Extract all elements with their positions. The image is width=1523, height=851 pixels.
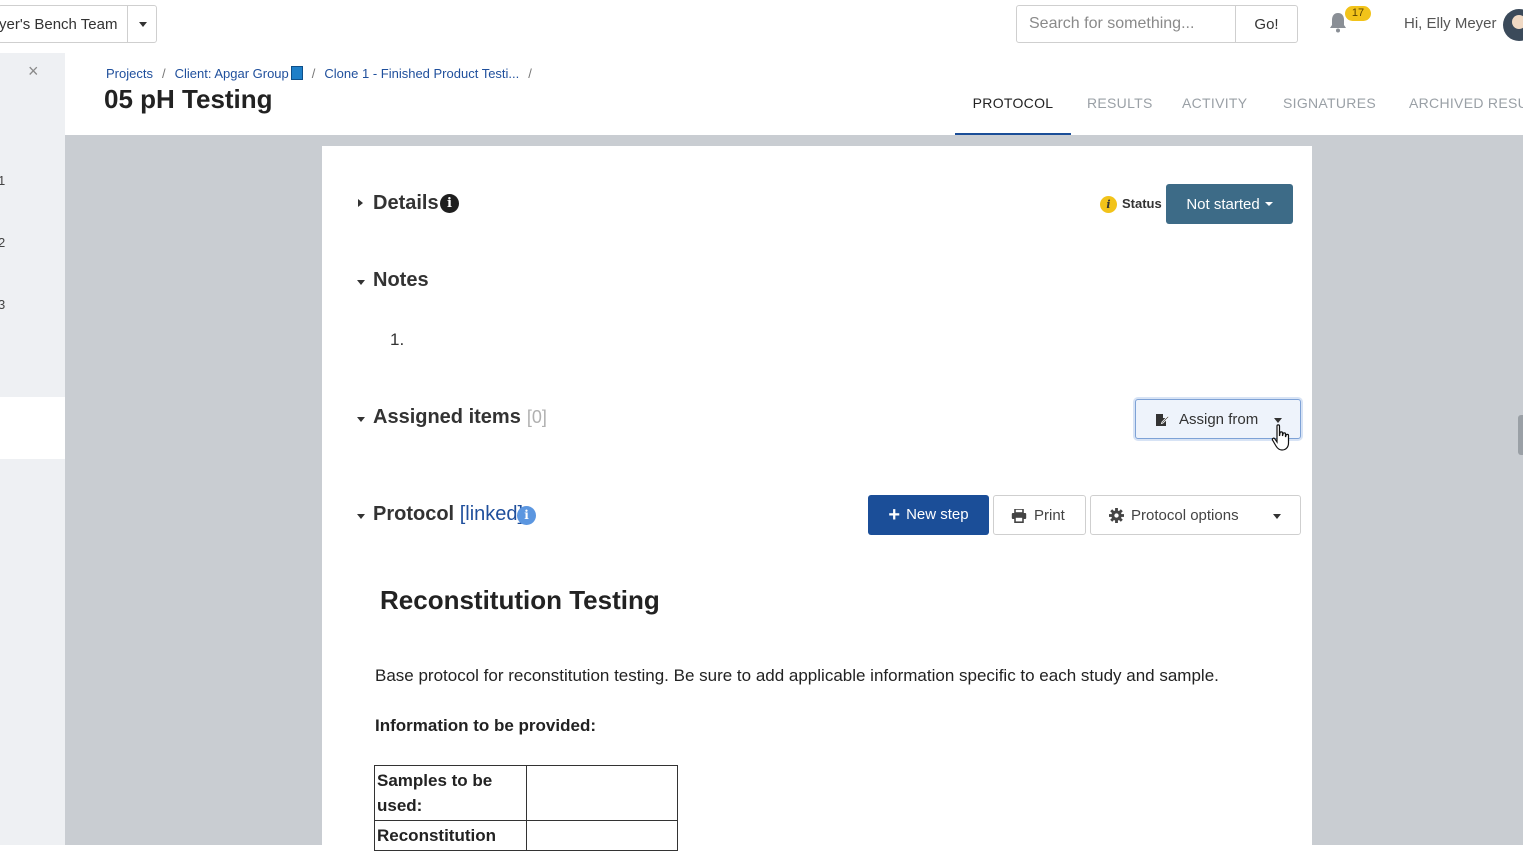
print-button[interactable]: Print	[993, 495, 1086, 535]
protocol-subheading: Information to be provided:	[375, 716, 596, 735]
plus-icon: +	[888, 503, 901, 526]
close-icon[interactable]: ×	[28, 61, 39, 82]
table-row: Samples to be used:	[374, 765, 678, 821]
notes-title[interactable]: Notes	[373, 269, 429, 292]
assigned-items-count: [0]	[526, 407, 547, 427]
left-sidebar: × 1 2 3	[0, 53, 65, 845]
tab-protocol[interactable]: PROTOCOL	[955, 85, 1071, 136]
protocol-description: Base protocol for reconstitution testing…	[375, 666, 1219, 685]
breadcrumb-separator: /	[311, 66, 316, 81]
tab-label: ARCHIVED RESULTS	[1409, 95, 1523, 111]
protocol-options-button[interactable]: Protocol options	[1090, 495, 1301, 535]
team-dropdown-toggle[interactable]	[127, 6, 157, 42]
avatar[interactable]	[1503, 9, 1523, 41]
assign-from-label: Assign from	[1179, 411, 1259, 428]
new-step-label: New step	[906, 505, 969, 523]
caret-down-icon	[1264, 201, 1273, 206]
notification-badge[interactable]: 17	[1345, 6, 1371, 21]
assigned-items-label: Assigned items	[373, 406, 521, 428]
collapse-notes-icon[interactable]	[357, 280, 365, 285]
search-go-button[interactable]: Go!	[1235, 5, 1298, 43]
tab-label: SIGNATURES	[1283, 95, 1376, 111]
top-bar: yer's Bench Team Go! 17 Hi, Elly Meyer	[0, 0, 1523, 54]
protocol-options-label: Protocol options	[1131, 507, 1239, 524]
page-title: 05 pH Testing	[104, 84, 273, 114]
table-cell-label: Samples to be used:	[374, 765, 527, 821]
collapse-protocol-icon[interactable]	[357, 514, 365, 519]
tab-archived-results[interactable]: ARCHIVED RESULTS	[1409, 85, 1523, 133]
tab-activity[interactable]: ACTIVITY	[1182, 85, 1247, 133]
status-label: Status	[1122, 196, 1162, 211]
protocol-title[interactable]: Protocol [linked]	[373, 503, 523, 526]
breadcrumb-separator: /	[528, 66, 532, 81]
tab-results[interactable]: RESULTS	[1087, 85, 1153, 133]
sidebar-item-2[interactable]: 2	[0, 235, 5, 250]
warning-info-icon: i	[1100, 196, 1117, 213]
details-title[interactable]: Details	[373, 192, 439, 215]
info-icon[interactable]: i	[440, 194, 459, 213]
team-name[interactable]: yer's Bench Team	[0, 16, 127, 33]
assign-icon	[1156, 414, 1169, 426]
protocol-heading: Reconstitution Testing	[380, 585, 660, 615]
status-dropdown-button[interactable]: Not started	[1166, 184, 1293, 224]
expand-details-icon[interactable]	[358, 199, 363, 207]
table-row: Reconstitution	[374, 820, 678, 851]
assigned-items-title[interactable]: Assigned items [0]	[373, 406, 547, 429]
new-step-button[interactable]: + New step	[868, 495, 989, 535]
table-cell-value[interactable]	[526, 820, 678, 851]
tab-label: ACTIVITY	[1182, 95, 1248, 111]
breadcrumb-projects[interactable]: Projects	[106, 66, 153, 81]
sidebar-item-3[interactable]: 3	[0, 297, 5, 312]
breadcrumb-separator: /	[161, 66, 166, 81]
status-value: Not started	[1186, 195, 1260, 213]
book-icon	[290, 66, 303, 80]
user-greeting[interactable]: Hi, Elly Meyer	[1404, 15, 1497, 32]
protocol-linked-link[interactable]: [linked]	[460, 503, 523, 525]
print-label: Print	[1034, 507, 1065, 524]
info-icon[interactable]: i	[517, 506, 536, 525]
gear-icon	[1109, 508, 1124, 523]
caret-down-icon	[1274, 418, 1282, 423]
caret-down-icon	[1273, 514, 1281, 519]
tab-signatures[interactable]: SIGNATURES	[1283, 85, 1376, 133]
tab-label: RESULTS	[1087, 95, 1153, 111]
breadcrumb-project[interactable]: Clone 1 - Finished Product Testi...	[324, 66, 519, 81]
team-selector[interactable]: yer's Bench Team	[0, 5, 157, 43]
table-cell-label: Reconstitution	[374, 820, 527, 851]
note-list-item[interactable]: 1.	[390, 330, 404, 350]
sidebar-selected-item[interactable]	[0, 397, 65, 459]
breadcrumb: Projects / Client: Apgar Group / Clone 1 - F…	[106, 66, 541, 81]
assign-from-button[interactable]: Assign from	[1135, 399, 1301, 439]
scrollbar-handle[interactable]	[1518, 415, 1523, 455]
table-cell-value[interactable]	[526, 765, 678, 821]
breadcrumb-client[interactable]: Client: Apgar Group	[175, 66, 289, 81]
chevron-down-icon	[138, 21, 147, 27]
sidebar-item-1[interactable]: 1	[0, 173, 5, 188]
print-icon	[1011, 509, 1027, 523]
collapse-assigned-items-icon[interactable]	[357, 417, 365, 422]
search-input[interactable]	[1016, 5, 1236, 43]
tab-label: PROTOCOL	[972, 95, 1054, 111]
protocol-label: Protocol	[373, 503, 455, 525]
protocol-info-table: Samples to be used: Reconstitution	[374, 765, 678, 851]
